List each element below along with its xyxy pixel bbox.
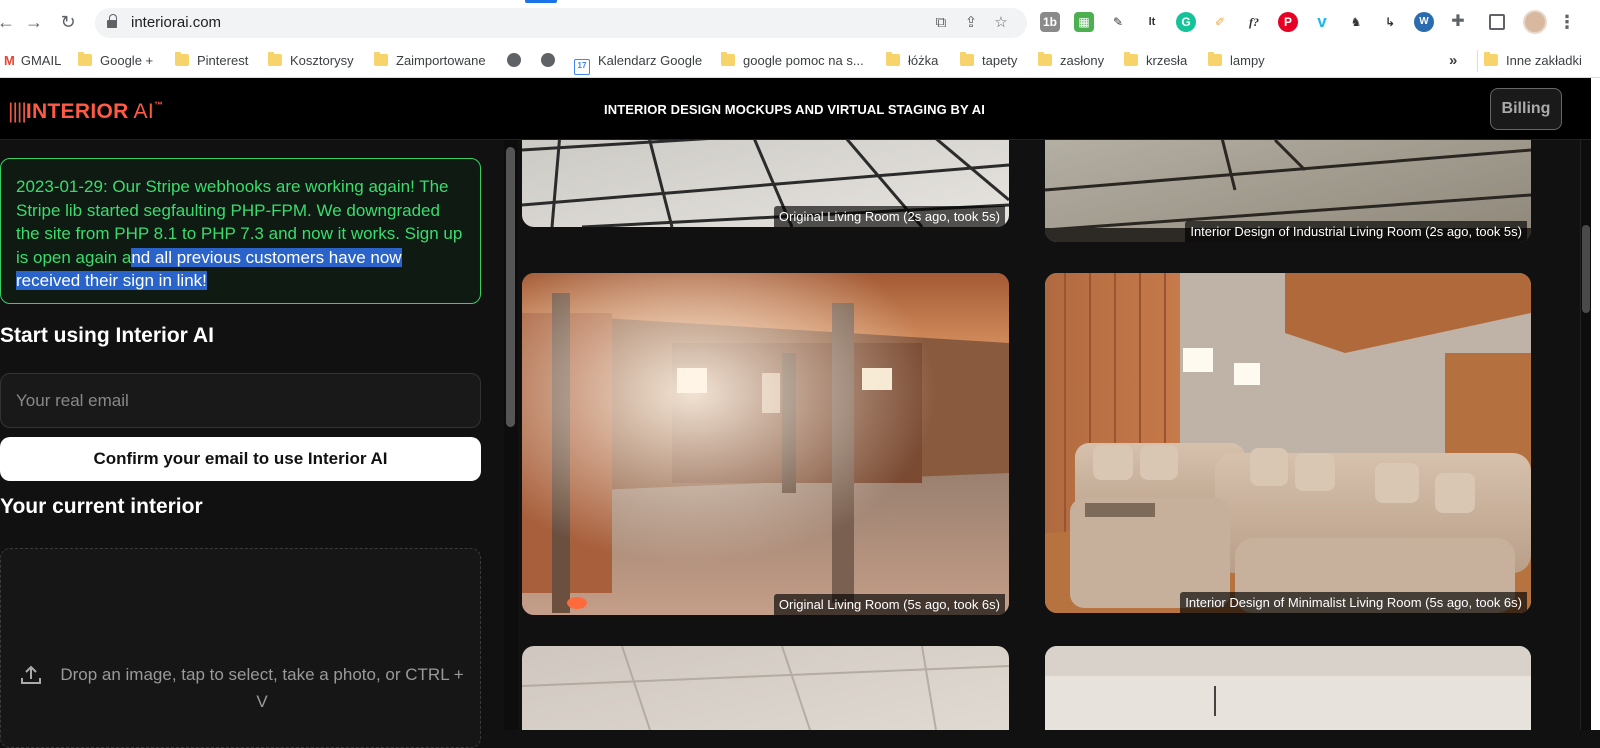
bookmark-kalendarz[interactable]: 17 Kalendarz Google [574, 50, 702, 75]
gmail-icon: M [4, 53, 15, 68]
dropzone-text: Drop an image, tap to select, take a pho… [60, 665, 464, 711]
ext-grammarly-icon[interactable]: G [1176, 12, 1196, 32]
folder-icon [960, 52, 974, 66]
translate-icon[interactable]: ⧉ [931, 13, 951, 33]
url-text[interactable]: interiorai.com [131, 14, 221, 31]
folder-icon [1484, 52, 1498, 66]
bookmark-star-icon[interactable]: ☆ [991, 13, 1011, 33]
billing-button[interactable]: Billing [1490, 88, 1562, 130]
folder-icon [1038, 52, 1052, 66]
left-panel: 2023-01-29: Our Stripe webhooks are work… [0, 140, 505, 748]
result-card-original-3[interactable] [522, 646, 1009, 730]
bookmark-gmail[interactable]: M GMAIL [4, 50, 61, 72]
bookmark-pinterest[interactable]: Pinterest [175, 50, 248, 72]
bookmark-globe-1[interactable] [507, 50, 521, 72]
image-dropzone[interactable]: Drop an image, tap to select, take a pho… [0, 548, 481, 748]
more-bookmarks-icon[interactable]: » [1449, 50, 1457, 72]
pinterest-icon[interactable]: P [1278, 12, 1298, 32]
window-edge [1591, 78, 1600, 730]
start-heading: Start using Interior AI [0, 324, 214, 347]
left-panel-scroll-thumb[interactable] [506, 147, 515, 427]
bookmark-zaslony[interactable]: zasłony [1038, 50, 1104, 72]
upload-icon [21, 665, 41, 684]
back-arrow-icon[interactable]: ← [0, 10, 18, 34]
folder-icon [78, 52, 92, 66]
menu-dots-icon[interactable]: ⋮ [1558, 10, 1576, 34]
folder-icon [721, 52, 735, 66]
result-card-industrial[interactable]: Interior Design of Industrial Living Roo… [1045, 140, 1531, 242]
bookmark-lampy[interactable]: lampy [1208, 50, 1265, 72]
puzzle-icon[interactable]: ✚ [1448, 12, 1468, 32]
bookmarks-bar: M GMAIL Google + Pinterest Kosztorysy Zai… [0, 44, 1600, 78]
ext-formula-icon[interactable]: f? [1244, 12, 1264, 32]
result-card-design-3[interactable] [1045, 646, 1531, 730]
card-caption: Interior Design of Minimalist Living Roo… [1180, 592, 1527, 613]
confirm-email-button[interactable]: Confirm your email to use Interior AI [0, 437, 481, 481]
ceiling-image [522, 646, 1009, 730]
folder-icon [1208, 52, 1222, 66]
share-icon[interactable]: ⇪ [961, 13, 981, 33]
ext-wp-icon[interactable]: W [1414, 12, 1434, 32]
minimalist-living-room-image [1045, 273, 1531, 613]
ext-green-icon[interactable]: ▦ [1074, 12, 1094, 32]
ext-arrow-icon[interactable]: ↳ [1380, 12, 1400, 32]
app-header: ||||INTERIOR AI™ INTERIOR DESIGN MOCKUPS… [0, 78, 1591, 140]
globe-icon [541, 53, 555, 67]
page-scroll-thumb[interactable] [1582, 225, 1590, 313]
other-bookmarks[interactable]: Inne zakładki [1477, 50, 1582, 72]
results-gallery: Original Living Room (2s ago, took 5s) I… [518, 140, 1580, 730]
lock-icon[interactable] [107, 14, 117, 28]
bookmark-tapety[interactable]: tapety [960, 50, 1017, 72]
bookmark-google-pomoc[interactable]: google pomoc na s... [721, 50, 864, 72]
forward-arrow-icon[interactable]: → [22, 10, 46, 34]
card-caption: Original Living Room (2s ago, took 5s) [773, 206, 1005, 227]
globe-icon [507, 53, 521, 67]
card-caption: Interior Design of Industrial Living Roo… [1185, 221, 1527, 242]
folder-icon [1124, 52, 1138, 66]
calendar-icon: 17 [574, 59, 590, 75]
ext-1b-icon[interactable]: 1b [1040, 12, 1060, 32]
bookmark-google-plus[interactable]: Google + [78, 50, 153, 72]
result-card-minimalist[interactable]: Interior Design of Minimalist Living Roo… [1045, 273, 1531, 613]
bookmark-lozka[interactable]: łóżka [886, 50, 938, 72]
current-interior-heading: Your current interior [0, 495, 203, 518]
ext-lt-icon[interactable]: lt [1142, 12, 1162, 32]
bookmark-kosztorysy[interactable]: Kosztorysy [268, 50, 354, 72]
ext-figure-icon[interactable]: ♞ [1346, 12, 1366, 32]
address-bar[interactable]: interiorai.com ⧉ ⇪ ☆ [95, 8, 1027, 38]
vimeo-icon[interactable]: v [1312, 12, 1332, 32]
construction-room-image [522, 273, 1009, 615]
email-input[interactable] [0, 373, 481, 428]
header-title: INTERIOR DESIGN MOCKUPS AND VIRTUAL STAG… [604, 102, 985, 117]
status-notice: 2023-01-29: Our Stripe webhooks are work… [0, 158, 481, 304]
profile-avatar[interactable] [1523, 10, 1547, 34]
room-design-image [1045, 646, 1531, 730]
folder-icon [268, 52, 282, 66]
ext-pen-icon[interactable]: ✎ [1108, 12, 1128, 32]
bookmark-zaimportowane[interactable]: Zaimportowane [374, 50, 486, 72]
ext-highlighter-icon[interactable]: ✐ [1210, 12, 1230, 32]
bookmark-globe-2[interactable] [541, 50, 555, 72]
card-caption: Original Living Room (5s ago, took 6s) [773, 594, 1005, 615]
reload-icon[interactable]: ↻ [56, 10, 80, 34]
active-tab-indicator [525, 0, 557, 3]
folder-icon [175, 52, 189, 66]
bookmark-krzesla[interactable]: krzesła [1124, 50, 1187, 72]
folder-icon [374, 52, 388, 66]
result-card-original-2[interactable]: Original Living Room (5s ago, took 6s) [522, 273, 1009, 615]
folder-icon [886, 52, 900, 66]
interior-ai-logo[interactable]: ||||INTERIOR AI™ [8, 100, 163, 124]
result-card-original-1[interactable]: Original Living Room (2s ago, took 5s) [522, 140, 1009, 227]
sidepanel-icon[interactable] [1489, 14, 1505, 30]
browser-toolbar: ← → ↻ interiorai.com ⧉ ⇪ ☆ 1b ▦ ✎ lt G ✐… [0, 0, 1600, 44]
